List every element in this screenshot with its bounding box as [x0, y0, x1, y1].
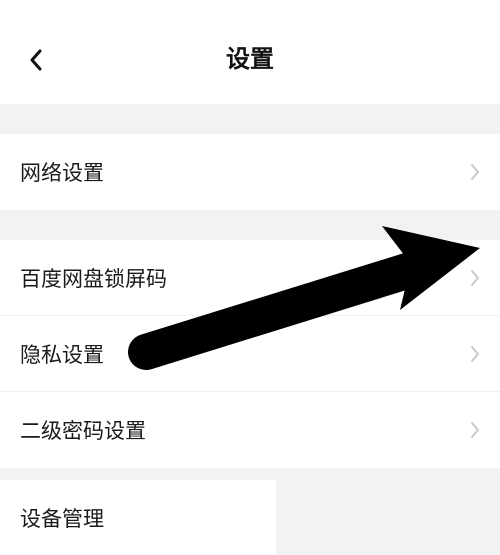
row-lockscreen-code[interactable]: 百度网盘锁屏码 [0, 240, 500, 316]
section-gap [0, 104, 500, 134]
chevron-right-icon [470, 163, 480, 181]
section-security: 百度网盘锁屏码 隐私设置 二级密码设置 [0, 240, 500, 468]
header: 设置 [0, 0, 500, 104]
row-label: 百度网盘锁屏码 [20, 263, 167, 293]
back-button[interactable] [22, 46, 50, 74]
row-privacy-settings[interactable]: 隐私设置 [0, 316, 500, 392]
chevron-right-icon [470, 345, 480, 363]
section-gap [0, 468, 500, 480]
row-label: 二级密码设置 [20, 415, 146, 445]
page-title: 设置 [0, 39, 500, 74]
chevron-right-icon [470, 269, 480, 287]
row-label: 设备管理 [20, 503, 104, 533]
section-network: 网络设置 [0, 134, 500, 210]
row-secondary-password[interactable]: 二级密码设置 [0, 392, 500, 468]
row-label: 隐私设置 [20, 339, 104, 369]
row-label: 网络设置 [20, 157, 104, 187]
row-device-management[interactable]: 设备管理 [0, 480, 276, 555]
section-device: 设备管理 [0, 480, 276, 555]
section-gap [0, 210, 500, 240]
chevron-left-icon [29, 49, 43, 71]
row-network-settings[interactable]: 网络设置 [0, 134, 500, 210]
chevron-right-icon [470, 421, 480, 439]
